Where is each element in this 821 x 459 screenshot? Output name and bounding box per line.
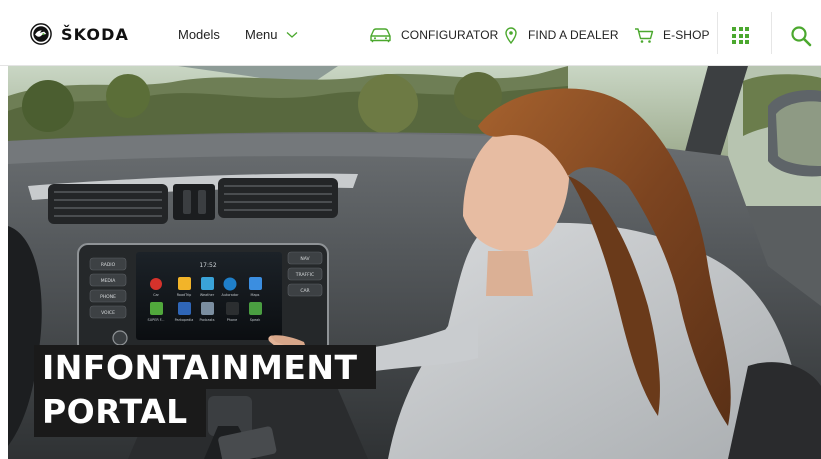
infotainment-button-label: TRAFFIC [295, 272, 314, 278]
configurator-link[interactable]: CONFIGURATOR [369, 24, 498, 46]
hero-title: INFONTAINMENT PORTAL [34, 345, 376, 437]
eshop-label: E-SHOP [663, 28, 710, 42]
infotainment-button-label: PHONE [100, 294, 116, 300]
app-label: SUPER F... [148, 318, 165, 322]
cart-icon [635, 27, 654, 43]
app-label: Weather [200, 293, 215, 297]
skoda-logo-icon [30, 23, 52, 45]
car-icon [370, 28, 391, 43]
site-header: ŠKODA Models Menu CONFIGURATOR FIND A DE… [0, 0, 821, 66]
configurator-label: CONFIGURATOR [401, 28, 499, 42]
skoda-logo[interactable]: ŠKODA [30, 22, 129, 46]
nav-models-link[interactable]: Models [178, 27, 220, 43]
find-dealer-link[interactable]: FIND A DEALER [505, 24, 619, 46]
app-label: Autoradar [222, 293, 240, 297]
search-icon[interactable] [790, 25, 812, 47]
hero-title-line: INFONTAINMENT [34, 345, 376, 389]
app-grid-icon[interactable] [732, 27, 749, 44]
infotainment-button-label: CAR [300, 288, 309, 294]
brand-name: ŠKODA [61, 24, 129, 44]
chevron-down-icon [286, 32, 297, 38]
hero-banner: RADIO MEDIA PHONE VOICE NAV TRAFFIC CAR … [8, 66, 821, 459]
app-label: Parkopedia [175, 318, 194, 322]
infotainment-button-label: VOICE [101, 310, 115, 316]
app-label: Phone [227, 318, 238, 322]
infotainment-button-label: RADIO [101, 262, 116, 268]
app-label: Maps [251, 293, 260, 297]
nav-menu-toggle[interactable]: Menu [245, 27, 298, 43]
header-divider [771, 12, 772, 54]
dealer-label: FIND A DEALER [528, 28, 619, 42]
infotainment-button-label: MEDIA [101, 278, 117, 284]
screen-time: 17:52 [199, 262, 216, 269]
hero-title-line: PORTAL [34, 389, 206, 437]
nav-menu-label: Menu [245, 27, 278, 42]
app-label: Podcasts [200, 318, 215, 322]
app-label: Car [153, 293, 159, 297]
app-label: RoadTrip [177, 293, 192, 297]
location-pin-icon [505, 26, 517, 44]
eshop-link[interactable]: E-SHOP [634, 24, 710, 46]
header-divider [717, 12, 718, 54]
app-label: Speak [250, 318, 260, 322]
infotainment-button-label: NAV [300, 256, 310, 262]
